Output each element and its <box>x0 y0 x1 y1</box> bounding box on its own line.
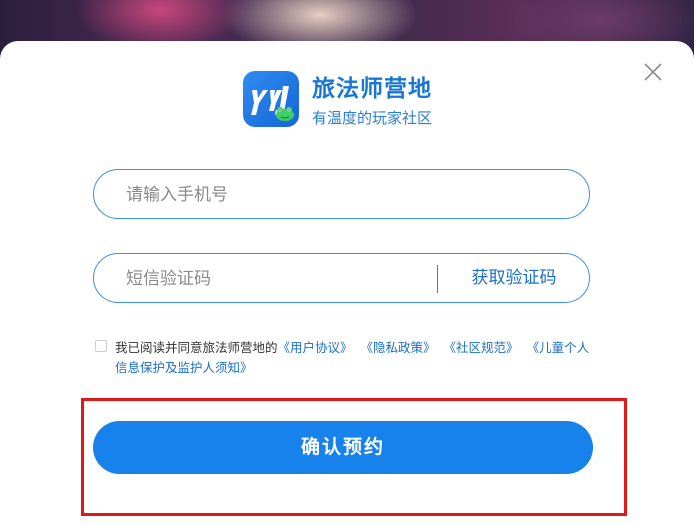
community-rules-link[interactable]: 《社区规范》 <box>444 340 519 355</box>
close-icon[interactable] <box>642 61 664 83</box>
brand-title: 旅法师营地 <box>312 76 432 102</box>
sms-code-field: 获取验证码 <box>93 253 590 304</box>
privacy-policy-link[interactable]: 《隐私政策》 <box>361 340 436 355</box>
sms-code-input[interactable] <box>124 254 428 304</box>
agreement-text: 我已阅读并同意旅法师营地的《用户协议》 《隐私政策》 《社区规范》 《儿童个人信息保护… <box>115 338 595 378</box>
phone-field <box>93 169 590 220</box>
brand-subtitle: 有温度的玩家社区 <box>312 109 433 127</box>
user-agreement-link[interactable]: 《用户协议》 <box>278 340 353 355</box>
get-code-button[interactable]: 获取验证码 <box>439 254 589 302</box>
yj-app-logo-icon <box>243 71 299 127</box>
confirm-reservation-button[interactable]: 确认预约 <box>93 421 593 474</box>
agreement-checkbox[interactable] <box>95 340 107 352</box>
phone-input[interactable] <box>124 170 568 220</box>
agreement-prefix: 我已阅读并同意旅法师营地的 <box>115 340 278 355</box>
field-divider <box>437 265 438 293</box>
